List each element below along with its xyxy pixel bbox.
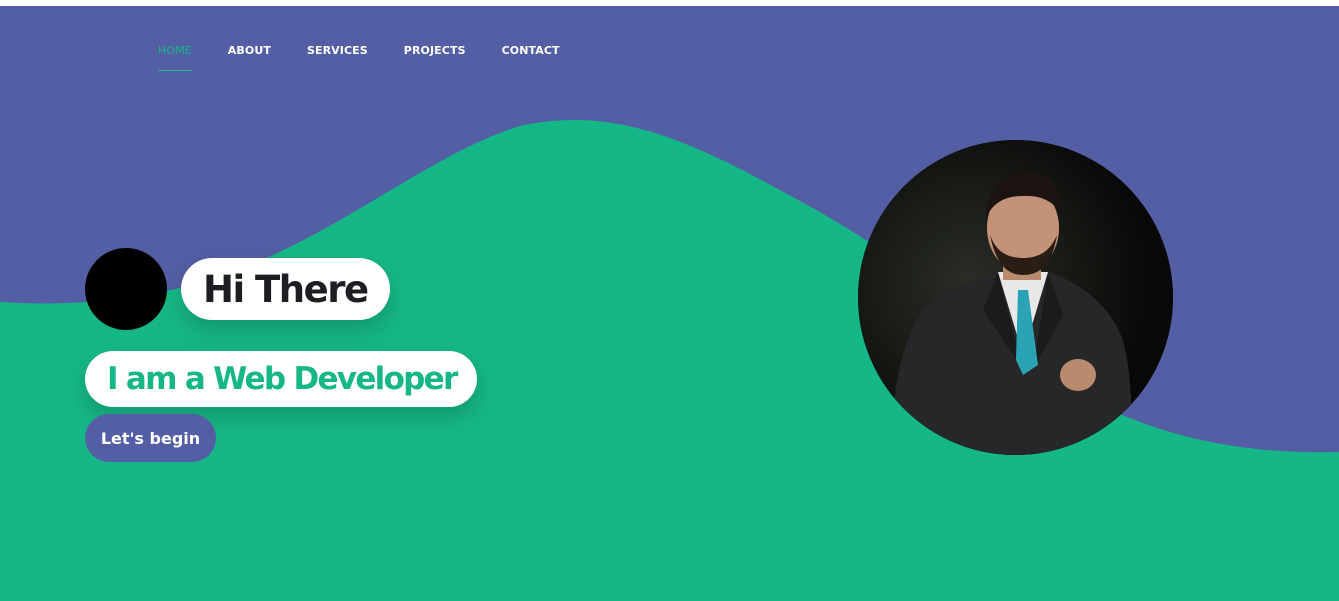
avatar-dot	[85, 248, 167, 330]
profile-photo	[858, 140, 1173, 455]
main-nav: HOME ABOUT SERVICES PROJECTS CONTACT	[158, 44, 560, 71]
nav-home[interactable]: HOME	[158, 44, 192, 71]
greeting-pill: Hi There	[181, 258, 390, 320]
nav-projects[interactable]: PROJECTS	[404, 44, 466, 71]
portrait-illustration	[858, 140, 1173, 455]
nav-about[interactable]: ABOUT	[228, 44, 271, 71]
lets-begin-label: Let's begin	[100, 428, 201, 448]
role-pill: I am a Web Developer	[85, 351, 477, 407]
lets-begin-button[interactable]: Let's begin	[85, 414, 216, 462]
role-text: I am a Web Developer	[107, 361, 458, 397]
nav-services[interactable]: SERVICES	[307, 44, 368, 71]
hero-section: HOME ABOUT SERVICES PROJECTS CONTACT Hi …	[0, 6, 1339, 601]
greeting-text: Hi There	[203, 267, 369, 311]
nav-contact[interactable]: CONTACT	[502, 44, 560, 71]
